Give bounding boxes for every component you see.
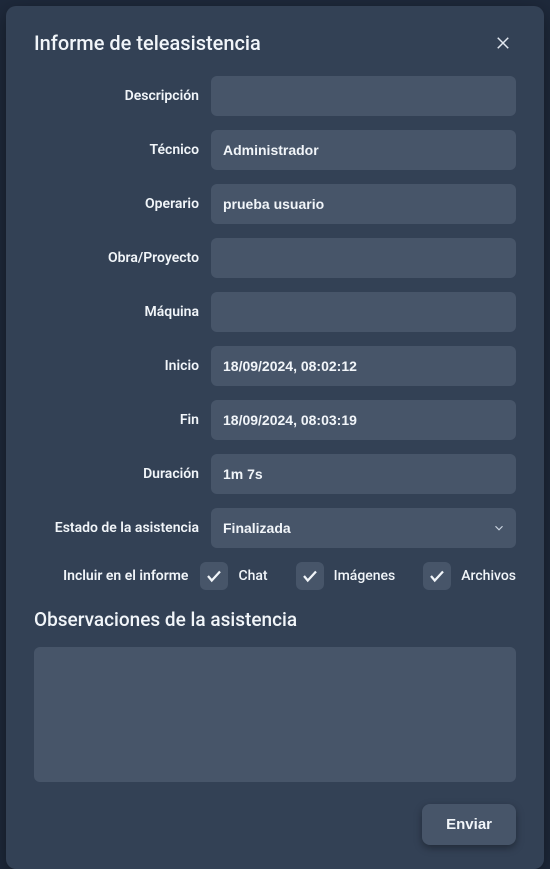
button-row: Enviar	[34, 804, 516, 845]
modal-title: Informe de teleasistencia	[34, 31, 261, 55]
checkbox-label-imagenes: Imágenes	[334, 568, 396, 584]
label-obra: Obra/Proyecto	[34, 250, 199, 266]
input-fin[interactable]	[211, 400, 516, 440]
observaciones-title: Observaciones de la asistencia	[34, 608, 516, 631]
input-operario[interactable]	[211, 184, 516, 224]
field-row-inicio: Inicio	[34, 346, 516, 386]
textarea-observaciones[interactable]	[34, 647, 516, 782]
label-duracion: Duración	[34, 466, 199, 482]
label-include: Incluir en el informe	[34, 568, 188, 584]
checkbox-item-chat: Chat	[200, 562, 267, 590]
input-duracion[interactable]	[211, 454, 516, 494]
checkbox-item-archivos: Archivos	[423, 562, 516, 590]
input-tecnico[interactable]	[211, 130, 516, 170]
label-estado: Estado de la asistencia	[34, 520, 199, 536]
include-row: Incluir en el informe Chat Imágenes Arch…	[34, 562, 516, 590]
label-operario: Operario	[34, 196, 199, 212]
field-row-duracion: Duración	[34, 454, 516, 494]
checkbox-imagenes[interactable]	[296, 562, 324, 590]
field-row-estado: Estado de la asistencia Finalizada	[34, 508, 516, 548]
checkbox-item-imagenes: Imágenes	[296, 562, 396, 590]
field-row-descripcion: Descripción	[34, 76, 516, 116]
report-modal: Informe de teleasistencia Descripción Té…	[6, 6, 544, 869]
input-obra[interactable]	[211, 238, 516, 278]
input-maquina[interactable]	[211, 292, 516, 332]
label-maquina: Máquina	[34, 304, 199, 320]
field-row-tecnico: Técnico	[34, 130, 516, 170]
checkbox-chat[interactable]	[200, 562, 228, 590]
label-fin: Fin	[34, 412, 199, 428]
checkbox-label-archivos: Archivos	[461, 568, 516, 584]
close-button[interactable]	[490, 30, 516, 56]
modal-header: Informe de teleasistencia	[34, 30, 516, 56]
field-row-operario: Operario	[34, 184, 516, 224]
label-descripcion: Descripción	[34, 88, 199, 104]
input-descripcion[interactable]	[211, 76, 516, 116]
select-estado[interactable]: Finalizada	[211, 508, 516, 548]
submit-button[interactable]: Enviar	[422, 804, 516, 845]
close-icon	[494, 34, 512, 52]
checkbox-label-chat: Chat	[238, 568, 267, 584]
check-icon	[301, 567, 319, 585]
field-row-fin: Fin	[34, 400, 516, 440]
field-row-obra: Obra/Proyecto	[34, 238, 516, 278]
checkbox-archivos[interactable]	[423, 562, 451, 590]
check-icon	[205, 567, 223, 585]
label-inicio: Inicio	[34, 358, 199, 374]
field-row-maquina: Máquina	[34, 292, 516, 332]
checkbox-group: Chat Imágenes Archivos	[200, 562, 516, 590]
label-tecnico: Técnico	[34, 142, 199, 158]
input-inicio[interactable]	[211, 346, 516, 386]
check-icon	[428, 567, 446, 585]
